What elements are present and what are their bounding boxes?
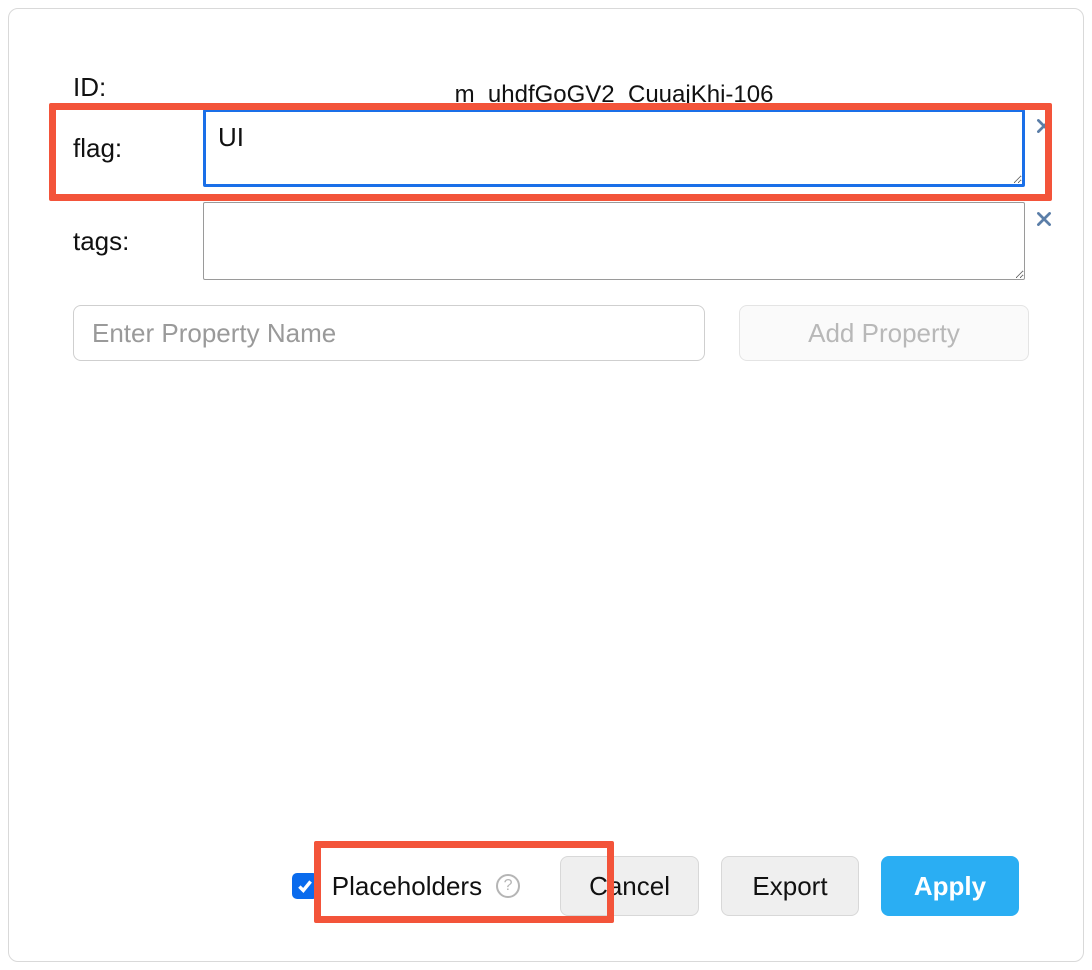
help-icon[interactable]: ? [496, 874, 520, 898]
flag-input[interactable] [203, 109, 1025, 187]
spacer [67, 361, 1025, 851]
add-property-row: Add Property [73, 305, 1025, 361]
tags-input-wrap [203, 202, 1025, 285]
placeholders-toggle-wrap: Placeholders ? [274, 863, 538, 910]
clear-flag-icon[interactable] [1033, 115, 1055, 137]
tags-input[interactable] [203, 202, 1025, 280]
id-label: ID: [67, 72, 203, 103]
flag-row: flag: [67, 109, 1025, 192]
tags-row: tags: [67, 202, 1025, 285]
apply-button[interactable]: Apply [881, 856, 1019, 916]
export-button[interactable]: Export [721, 856, 859, 916]
form-area: ID: m_uhdfGoGV2_CuuajKhi-106 flag: tags: [67, 71, 1025, 361]
flag-input-wrap [203, 109, 1025, 192]
clear-tags-icon[interactable] [1033, 208, 1055, 230]
id-value: m_uhdfGoGV2_CuuajKhi-106 [203, 81, 1025, 109]
properties-dialog: ID: m_uhdfGoGV2_CuuajKhi-106 flag: tags: [8, 8, 1084, 962]
add-property-button[interactable]: Add Property [739, 305, 1029, 361]
placeholders-checkbox[interactable] [292, 873, 318, 899]
property-name-input[interactable] [73, 305, 705, 361]
id-row: ID: m_uhdfGoGV2_CuuajKhi-106 [67, 71, 1025, 103]
flag-label: flag: [67, 109, 203, 164]
tags-label: tags: [67, 202, 203, 257]
dialog-footer: Placeholders ? Cancel Export Apply [67, 851, 1025, 921]
cancel-button[interactable]: Cancel [560, 856, 699, 916]
placeholders-label: Placeholders [332, 871, 482, 902]
